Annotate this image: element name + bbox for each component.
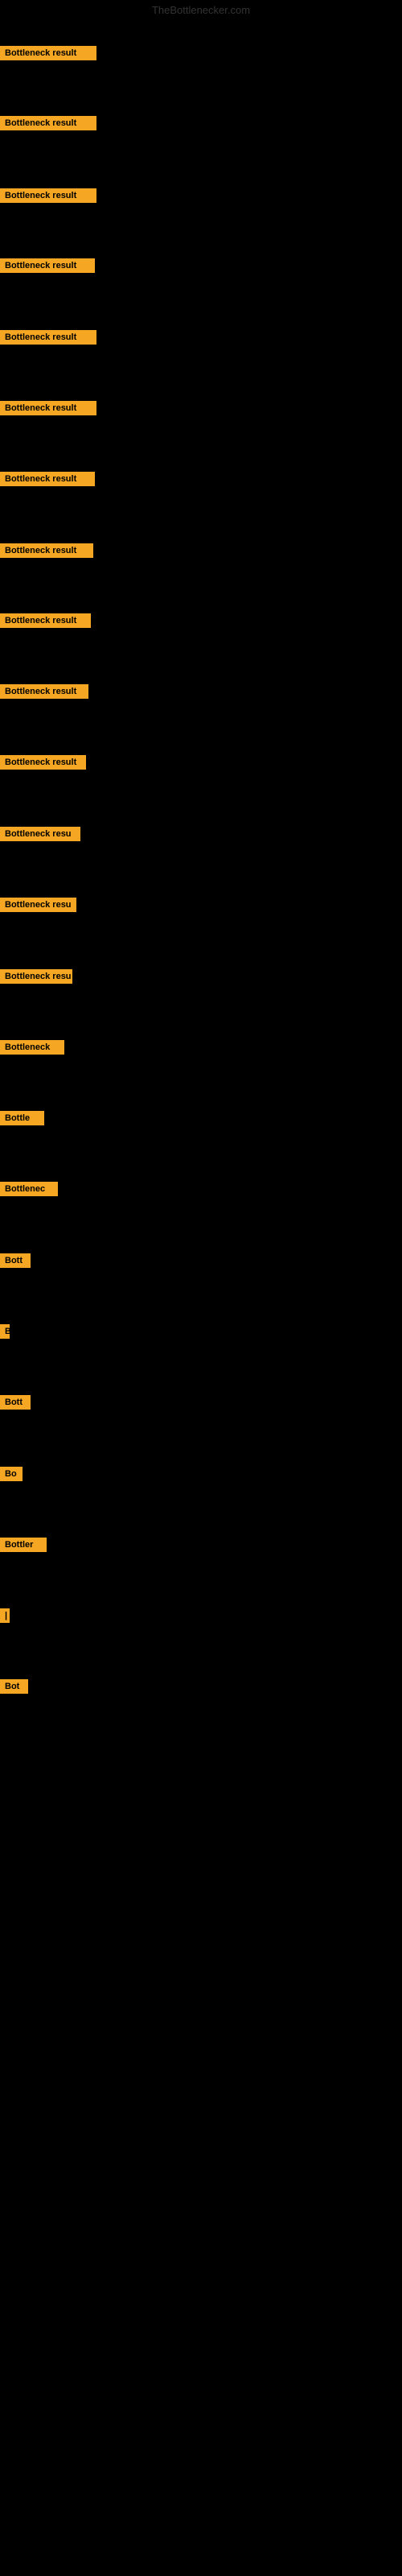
bottleneck-badge-22: Bottler [0, 1538, 47, 1552]
bottleneck-badge-1: Bottleneck result [0, 46, 96, 60]
bottleneck-badge-19: B [0, 1324, 10, 1339]
bottleneck-badge-7: Bottleneck result [0, 472, 95, 486]
bottleneck-badge-4: Bottleneck result [0, 258, 95, 273]
bottleneck-badge-16: Bottle [0, 1111, 44, 1125]
bottleneck-badge-2: Bottleneck result [0, 116, 96, 130]
bottleneck-badge-5: Bottleneck result [0, 330, 96, 345]
bottleneck-badge-13: Bottleneck resu [0, 898, 76, 912]
site-title: TheBottlenecker.com [0, 4, 402, 16]
bottleneck-badge-6: Bottleneck result [0, 401, 96, 415]
bottleneck-badge-17: Bottlenec [0, 1182, 58, 1196]
bottleneck-badge-23: | [0, 1608, 10, 1623]
bottleneck-badge-14: Bottleneck resu [0, 969, 72, 984]
bottleneck-badge-8: Bottleneck result [0, 543, 93, 558]
bottleneck-badge-18: Bott [0, 1253, 31, 1268]
bottleneck-badge-20: Bott [0, 1395, 31, 1410]
bottleneck-badge-10: Bottleneck result [0, 684, 88, 699]
bottleneck-badge-9: Bottleneck result [0, 613, 91, 628]
bottleneck-badge-21: Bo [0, 1467, 23, 1481]
bottleneck-badge-12: Bottleneck resu [0, 827, 80, 841]
bottleneck-badge-15: Bottleneck [0, 1040, 64, 1055]
bottleneck-badge-3: Bottleneck result [0, 188, 96, 203]
bottleneck-badge-11: Bottleneck result [0, 755, 86, 770]
bottleneck-badge-24: Bot [0, 1679, 28, 1694]
